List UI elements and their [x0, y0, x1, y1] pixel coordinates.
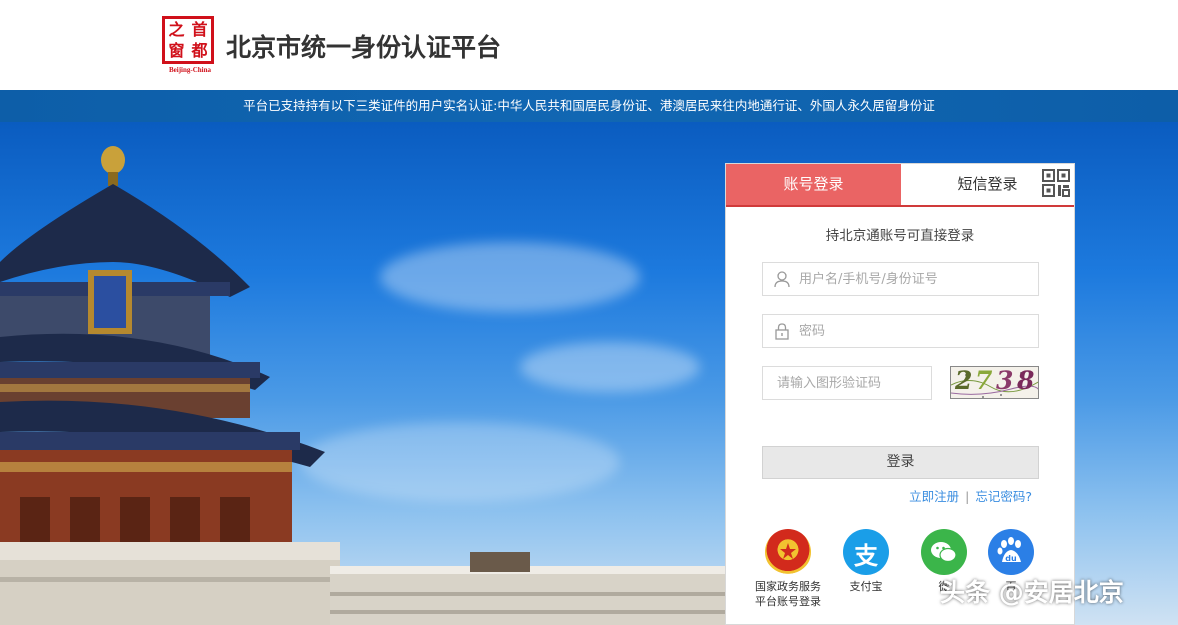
captcha-char: 2 — [955, 366, 973, 395]
baidu-glyph: du — [1005, 554, 1017, 563]
wechat-icon — [921, 529, 967, 575]
password-input[interactable] — [799, 315, 1029, 347]
alipay-glyph: 支 — [854, 542, 878, 570]
login-tabs: 账号登录 短信登录 — [726, 164, 1074, 207]
lock-icon — [775, 323, 789, 340]
site-title: 北京市统一身份认证平台 — [226, 33, 502, 62]
logo-char: 都 — [191, 41, 208, 60]
username-input[interactable] — [799, 263, 1029, 295]
tab-account-login[interactable]: 账号登录 — [726, 164, 901, 207]
site-logo[interactable]: 之 首 窗 都 Beijing-China — [162, 16, 216, 76]
register-link[interactable]: 立即注册 — [909, 489, 959, 504]
password-field[interactable] — [762, 314, 1039, 348]
notice-bar: 平台已支持持有以下三类证件的用户实名认证:中华人民共和国居民身份证、港澳居民来往… — [0, 90, 1178, 122]
logo-caption: Beijing-China — [168, 66, 211, 74]
forgot-password-link[interactable]: 忘记密码? — [975, 489, 1032, 504]
cloud — [380, 242, 640, 312]
terrace-railing-image — [330, 552, 725, 625]
account-links: 立即注册 | 忘记密码? — [726, 486, 1032, 505]
captcha-char: 7 — [975, 366, 993, 395]
captcha-input[interactable] — [777, 367, 927, 399]
logo-char: 窗 — [168, 41, 185, 60]
third-party-label: 支付宝 — [849, 580, 883, 593]
captcha-field[interactable] — [762, 366, 932, 400]
national-emblem-icon — [765, 529, 811, 575]
site-header: 之 首 窗 都 Beijing-China 北京市统一身份认证平台 — [0, 0, 1178, 90]
login-button[interactable]: 登录 — [762, 446, 1039, 479]
logo-char: 之 — [168, 20, 185, 39]
alipay-icon: 支 — [843, 529, 889, 575]
temple-of-heaven-image — [0, 146, 340, 625]
login-alipay[interactable]: 支 支付宝 — [826, 529, 906, 594]
watermark-text: 头条 @安居北京 — [940, 578, 1124, 607]
captcha-image[interactable]: 2 7 3 8 — [950, 366, 1039, 399]
logo-seal: 之 首 窗 都 — [162, 16, 214, 64]
link-separator: | — [965, 489, 970, 504]
logo-char: 首 — [191, 20, 208, 39]
cloud — [300, 422, 620, 502]
username-field[interactable] — [762, 262, 1039, 296]
cloud — [520, 342, 700, 392]
user-icon — [774, 271, 790, 288]
captcha-char: 8 — [1017, 366, 1035, 395]
third-party-label: 国家政务服务 — [755, 580, 821, 593]
notice-text: 平台已支持持有以下三类证件的用户实名认证:中华人民共和国居民身份证、港澳居民来往… — [243, 98, 935, 113]
captcha-char: 3 — [996, 366, 1014, 395]
login-tip: 持北京通账号可直接登录 — [825, 228, 975, 244]
login-national-gov[interactable]: 国家政务服务 平台账号登录 — [748, 529, 828, 609]
qr-code-icon[interactable] — [1041, 168, 1071, 198]
third-party-label: 平台账号登录 — [755, 595, 821, 608]
baidu-icon: du — [988, 529, 1034, 575]
login-panel: 账号登录 短信登录 持北京通账号可直接登录 用户名/手机号/身份证号 请输入图形… — [725, 163, 1075, 625]
